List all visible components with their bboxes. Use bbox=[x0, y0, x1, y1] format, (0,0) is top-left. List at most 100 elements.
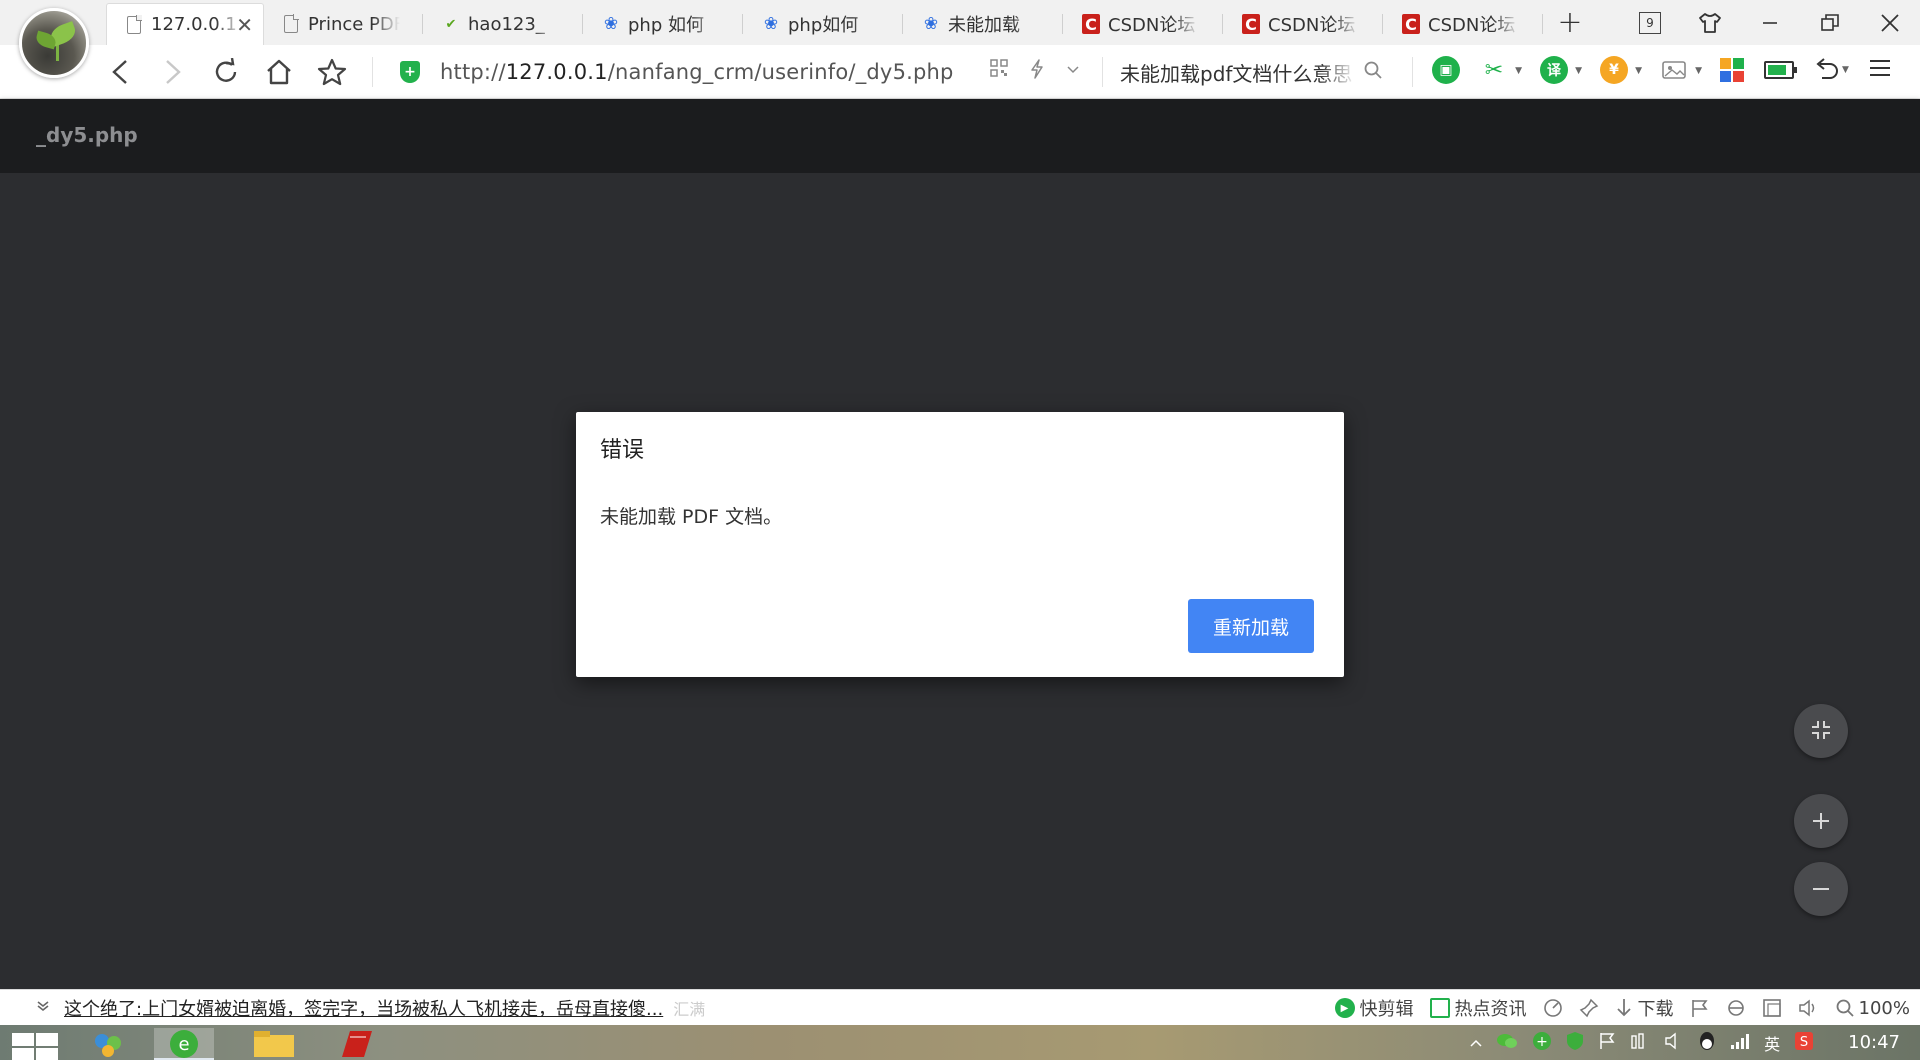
csdn-icon: C bbox=[1082, 14, 1100, 34]
file-explorer-icon[interactable] bbox=[244, 1028, 304, 1060]
tab-label: php 如何 bbox=[628, 11, 720, 37]
shield-tray-icon[interactable] bbox=[1566, 1031, 1584, 1055]
network-tray-icon[interactable] bbox=[1630, 1032, 1650, 1054]
flag-tray-icon[interactable] bbox=[1598, 1032, 1616, 1054]
skin-shirt-icon[interactable] bbox=[1680, 0, 1740, 45]
reader-extension-icon[interactable]: ▣ bbox=[1432, 56, 1460, 84]
svg-text:+: + bbox=[1536, 1034, 1548, 1050]
tab-6[interactable]: C CSDN论坛 bbox=[1064, 3, 1222, 45]
news-icon bbox=[1430, 998, 1450, 1018]
people-app-icon[interactable] bbox=[78, 1028, 138, 1060]
page-icon bbox=[125, 15, 143, 35]
search-input[interactable]: 未能加载pdf文档什么意思 bbox=[1120, 58, 1356, 87]
restore-button[interactable] bbox=[1800, 0, 1860, 45]
scissors-extension-icon[interactable]: ✂▼ bbox=[1480, 56, 1508, 84]
security-tray-icon[interactable]: + bbox=[1532, 1031, 1552, 1055]
tab-7[interactable]: C CSDN论坛 bbox=[1224, 3, 1382, 45]
back-button[interactable] bbox=[102, 55, 138, 89]
page-icon bbox=[282, 14, 300, 34]
csdn-icon: C bbox=[1402, 14, 1420, 34]
hot-news-button[interactable]: 热点资讯 bbox=[1430, 995, 1527, 1021]
tab-4[interactable]: ❀ php如何 bbox=[744, 3, 902, 45]
zoom-out-button[interactable] bbox=[1794, 862, 1848, 916]
quick-edit-button[interactable]: ▶ 快剪辑 bbox=[1335, 995, 1414, 1021]
address-toolbar: + http://127.0.0.1/nanfang_crm/userinfo/… bbox=[0, 45, 1920, 99]
lightning-icon[interactable] bbox=[1030, 59, 1044, 84]
baidu-paw-icon: ❀ bbox=[602, 14, 620, 34]
dialog-title: 错误 bbox=[600, 432, 644, 464]
notebook-app-icon[interactable] bbox=[326, 1028, 386, 1060]
pin-icon[interactable] bbox=[1579, 998, 1599, 1018]
zoom-in-button[interactable] bbox=[1794, 794, 1848, 848]
window-icon[interactable] bbox=[1762, 998, 1782, 1018]
qq-tray-icon[interactable] bbox=[1698, 1031, 1716, 1055]
screenshot-extension-icon[interactable]: ▼ bbox=[1660, 56, 1688, 84]
zoom-control[interactable]: 100% bbox=[1836, 998, 1910, 1019]
url-text[interactable]: http://127.0.0.1/nanfang_crm/userinfo/_d… bbox=[440, 60, 954, 84]
svg-text:e: e bbox=[178, 1034, 189, 1055]
baidu-paw-icon: ❀ bbox=[762, 14, 780, 34]
tab-5[interactable]: ❀ 未能加载 bbox=[904, 3, 1062, 45]
secure-shield-icon: + bbox=[400, 61, 420, 83]
tab-1[interactable]: Prince PDF bbox=[264, 3, 422, 45]
url-tools bbox=[990, 59, 1080, 84]
reload-button[interactable]: 重新加载 bbox=[1188, 599, 1314, 653]
forward-button[interactable] bbox=[155, 55, 191, 89]
speed-icon[interactable] bbox=[1543, 998, 1563, 1018]
download-button[interactable]: 下载 bbox=[1615, 995, 1674, 1021]
tab-label: CSDN论坛 bbox=[1268, 11, 1360, 37]
browser-taskbar-icon[interactable]: e bbox=[154, 1028, 214, 1060]
tray-expand-icon[interactable] bbox=[1470, 1033, 1482, 1052]
status-tools: ▶ 快剪辑 热点资讯 下载 100% bbox=[1335, 990, 1910, 1026]
collapse-arrows-icon bbox=[1810, 714, 1832, 749]
tab-count-button[interactable]: 9 bbox=[1620, 0, 1680, 45]
undo-icon[interactable]: ▼ bbox=[1814, 58, 1849, 82]
tab-8[interactable]: C CSDN论坛 bbox=[1384, 3, 1542, 45]
qr-code-icon[interactable] bbox=[990, 59, 1008, 84]
tab-3[interactable]: ❀ php 如何 bbox=[584, 3, 742, 45]
csdn-icon: C bbox=[1242, 14, 1260, 34]
chevron-down-icon[interactable] bbox=[36, 1000, 50, 1016]
tab-label: 127.0.0.1 bbox=[151, 14, 243, 35]
menu-icon[interactable] bbox=[1869, 58, 1891, 82]
close-window-button[interactable] bbox=[1860, 0, 1920, 45]
clock[interactable]: 10:47 bbox=[1848, 1032, 1900, 1053]
tab-label: Prince PDF bbox=[308, 14, 400, 35]
tab-strip: 127.0.0.1 ✕ Prince PDF ✔ hao123_ ❀ php 如… bbox=[0, 0, 1920, 45]
sogou-tray-icon[interactable]: S bbox=[1794, 1031, 1814, 1055]
chevron-down-icon[interactable] bbox=[1066, 59, 1080, 84]
ie-mode-icon[interactable] bbox=[1726, 998, 1746, 1018]
ime-indicator[interactable]: 英 bbox=[1764, 1031, 1780, 1055]
news-headline-link[interactable]: 这个绝了:上门女婿被迫离婚，签完字，当场被私人飞机接走，岳母直接傻... bbox=[64, 995, 663, 1021]
user-avatar[interactable] bbox=[19, 8, 89, 78]
wechat-tray-icon[interactable] bbox=[1496, 1032, 1518, 1054]
translate-extension-icon[interactable]: 译▼ bbox=[1540, 56, 1568, 84]
search-icon[interactable] bbox=[1364, 61, 1382, 84]
extension-row: ▣ ✂▼ 译▼ ¥▼ ▼ ▼ bbox=[1432, 56, 1891, 84]
minimize-button[interactable] bbox=[1740, 0, 1800, 45]
windows-start-button[interactable] bbox=[12, 1033, 58, 1060]
apps-grid-icon[interactable] bbox=[1720, 58, 1744, 82]
close-tab-icon[interactable]: ✕ bbox=[236, 13, 253, 37]
zoom-level: 100% bbox=[1859, 998, 1910, 1019]
search-box[interactable]: 未能加载pdf文档什么意思 bbox=[1120, 53, 1390, 91]
signal-tray-icon[interactable] bbox=[1730, 1032, 1750, 1054]
fit-page-button[interactable] bbox=[1794, 704, 1848, 758]
new-tab-button[interactable]: + bbox=[1540, 0, 1600, 45]
coupon-extension-icon[interactable]: ¥▼ bbox=[1600, 56, 1628, 84]
bookmark-star-button[interactable] bbox=[314, 55, 350, 89]
status-bar: 这个绝了:上门女婿被迫离婚，签完字，当场被私人飞机接走，岳母直接傻... 汇满 … bbox=[0, 989, 1920, 1025]
svg-text:S: S bbox=[1800, 1035, 1808, 1050]
tab-label: 未能加载 bbox=[948, 11, 1040, 37]
flag-icon[interactable] bbox=[1690, 998, 1710, 1018]
tab-label: hao123_ bbox=[468, 14, 560, 35]
tab-2[interactable]: ✔ hao123_ bbox=[424, 3, 582, 45]
battery-icon[interactable] bbox=[1764, 61, 1794, 79]
home-button[interactable] bbox=[261, 55, 297, 89]
tab-0[interactable]: 127.0.0.1 ✕ bbox=[106, 3, 264, 45]
volume-icon[interactable] bbox=[1798, 998, 1820, 1018]
tab-count: 9 bbox=[1639, 12, 1661, 34]
error-dialog: 错误 未能加载 PDF 文档。 重新加载 bbox=[576, 412, 1344, 677]
volume-tray-icon[interactable] bbox=[1664, 1032, 1684, 1054]
refresh-button[interactable] bbox=[208, 55, 244, 89]
